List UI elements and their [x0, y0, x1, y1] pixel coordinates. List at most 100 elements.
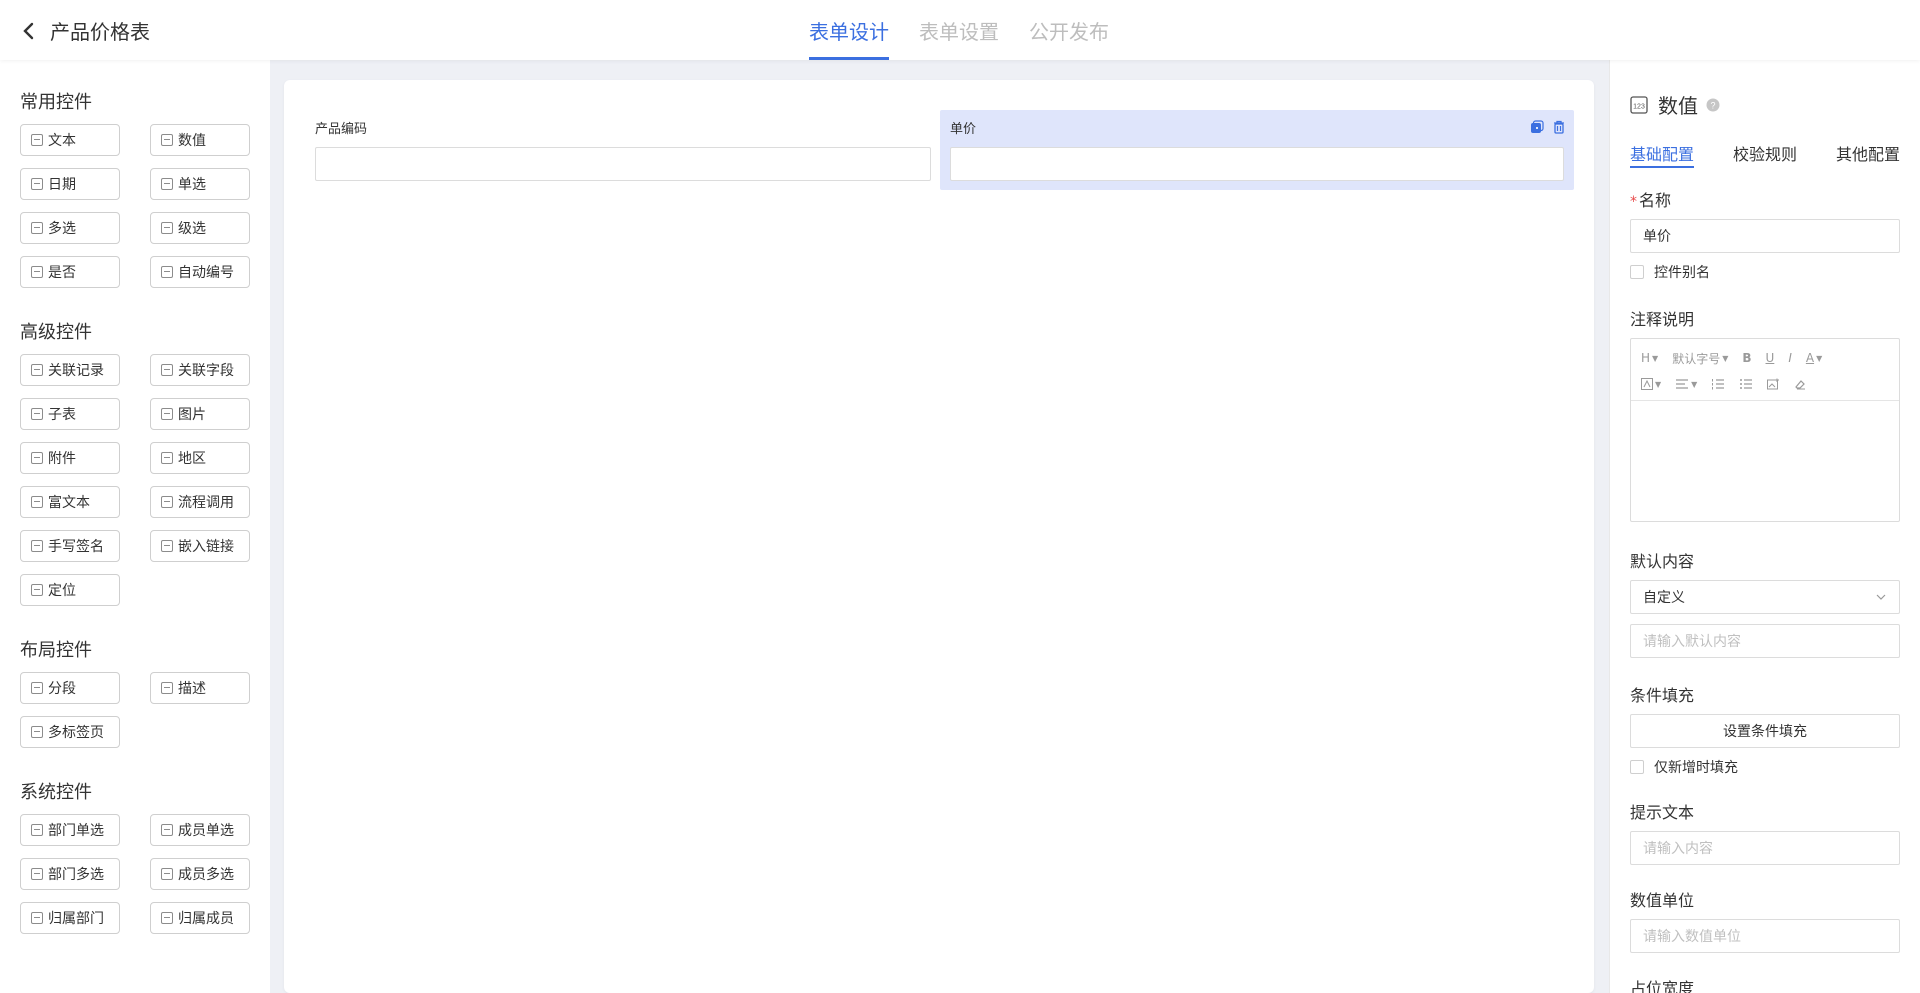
- control-owner-dept[interactable]: 归属部门: [20, 902, 120, 934]
- form-canvas: 产品编码 单价: [284, 80, 1594, 993]
- control-auto-number[interactable]: 自动编号: [150, 256, 250, 288]
- auto-number-icon: [161, 266, 173, 278]
- font-size-button[interactable]: 默认字号 ▼: [1672, 350, 1728, 367]
- properties-panel: 123 数值 ? 基础配置 校验规则 其他配置 * 名称 单价 控件别名 注释说明…: [1610, 60, 1920, 993]
- control-rich-text[interactable]: 富文本: [20, 486, 120, 518]
- alias-checkbox-row[interactable]: 控件别名: [1630, 262, 1920, 282]
- unordered-list-button[interactable]: [1739, 378, 1753, 390]
- multi-check-icon: [31, 222, 43, 234]
- italic-button[interactable]: I: [1788, 351, 1792, 365]
- note-editor[interactable]: H ▼ 默认字号 ▼ B U I A ▼ ▼ ▼: [1630, 338, 1900, 522]
- tab-validation-rules[interactable]: 校验规则: [1733, 141, 1797, 173]
- props-header: 123 数值 ?: [1630, 90, 1920, 119]
- control-dept-single[interactable]: 部门单选: [20, 814, 120, 846]
- group-title-system: 系统控件: [20, 782, 92, 803]
- tab-basic-config[interactable]: 基础配置: [1630, 141, 1695, 173]
- control-multi-select[interactable]: 多选: [20, 212, 120, 244]
- unordered-list-icon: [1740, 379, 1753, 389]
- help-icon[interactable]: ?: [1706, 98, 1720, 112]
- default-content-input[interactable]: 请输入默认内容: [1630, 624, 1900, 658]
- section-icon: [31, 682, 43, 694]
- control-section[interactable]: 分段: [20, 672, 120, 704]
- text-icon: [31, 134, 43, 146]
- ordered-list-button[interactable]: [1711, 378, 1725, 390]
- control-dept-multi[interactable]: 部门多选: [20, 858, 120, 890]
- number-unit-input[interactable]: 请输入数值单位: [1630, 919, 1900, 953]
- control-member-single[interactable]: 成员单选: [150, 814, 250, 846]
- svg-text:123: 123: [1633, 103, 1645, 110]
- only-new-checkbox[interactable]: [1630, 760, 1644, 774]
- name-input[interactable]: 单价: [1630, 219, 1900, 253]
- heading-button[interactable]: H ▼: [1641, 351, 1658, 365]
- control-cascade[interactable]: 级选: [150, 212, 250, 244]
- name-label: * 名称: [1630, 191, 1672, 210]
- control-related-field[interactable]: 关联字段: [150, 354, 250, 386]
- control-multi-tab[interactable]: 多标签页: [20, 716, 120, 748]
- copy-icon[interactable]: [1530, 120, 1544, 134]
- chevron-down-icon: [1876, 594, 1886, 600]
- field-label: 产品编码: [315, 122, 368, 137]
- number-icon: [161, 134, 173, 146]
- control-process-call[interactable]: 流程调用: [150, 486, 250, 518]
- field-unit-price[interactable]: 单价: [940, 110, 1574, 190]
- control-region[interactable]: 地区: [150, 442, 250, 474]
- alias-checkbox[interactable]: [1630, 265, 1644, 279]
- control-location[interactable]: 定位: [20, 574, 120, 606]
- cascade-icon: [161, 222, 173, 234]
- field-input-product-code[interactable]: [315, 147, 931, 181]
- field-product-code[interactable]: 产品编码: [315, 118, 931, 181]
- group-advanced-grid: 关联记录 关联字段 子表 图片 附件 地区 富文本 流程调用 手写签名 嵌入链接…: [20, 354, 270, 606]
- align-left-icon: [1676, 379, 1689, 389]
- default-content-select[interactable]: 自定义: [1630, 580, 1900, 614]
- field-actions: [1530, 120, 1566, 134]
- bg-color-button[interactable]: ▼: [1641, 378, 1661, 390]
- control-subtable[interactable]: 子表: [20, 398, 120, 430]
- field-input-unit-price[interactable]: [950, 147, 1564, 181]
- control-image[interactable]: 图片: [150, 398, 250, 430]
- control-number[interactable]: 数值: [150, 124, 250, 156]
- control-text[interactable]: 文本: [20, 124, 120, 156]
- delete-icon[interactable]: [1552, 120, 1566, 134]
- member-icon: [161, 824, 173, 836]
- insert-image-button[interactable]: [1767, 378, 1780, 390]
- width-label: 占位宽度: [1630, 979, 1695, 993]
- bold-button[interactable]: B: [1742, 351, 1751, 365]
- control-single-select[interactable]: 单选: [150, 168, 250, 200]
- caret-down-icon: ▼: [1652, 353, 1659, 363]
- control-owner-member[interactable]: 归属成员: [150, 902, 250, 934]
- hint-text-input[interactable]: 请输入内容: [1630, 831, 1900, 865]
- note-label: 注释说明: [1630, 310, 1695, 329]
- eraser-icon: [1795, 380, 1806, 390]
- control-yes-no[interactable]: 是否: [20, 256, 120, 288]
- chevron-left-icon: [23, 22, 34, 39]
- back-button[interactable]: 产品价格表: [20, 16, 150, 45]
- department-icon: [31, 868, 43, 880]
- required-mark: *: [1630, 194, 1637, 210]
- member-icon: [161, 868, 173, 880]
- control-description[interactable]: 描述: [150, 672, 250, 704]
- control-date[interactable]: 日期: [20, 168, 120, 200]
- control-signature[interactable]: 手写签名: [20, 530, 120, 562]
- tab-form-design[interactable]: 表单设计: [809, 0, 889, 60]
- default-content-label: 默认内容: [1630, 552, 1695, 571]
- signature-icon: [31, 540, 43, 552]
- main-tabs: 表单设计 表单设置 公开发布: [809, 0, 1139, 60]
- description-icon: [161, 682, 173, 694]
- control-embed-link[interactable]: 嵌入链接: [150, 530, 250, 562]
- condition-fill-label: 条件填充: [1630, 686, 1695, 705]
- only-new-checkbox-row[interactable]: 仅新增时填充: [1630, 757, 1920, 777]
- control-member-multi[interactable]: 成员多选: [150, 858, 250, 890]
- tab-publish[interactable]: 公开发布: [1029, 0, 1109, 60]
- tab-form-settings[interactable]: 表单设置: [919, 0, 999, 60]
- tab-other-config[interactable]: 其他配置: [1836, 141, 1900, 173]
- font-color-button[interactable]: A ▼: [1806, 351, 1822, 365]
- control-related-record[interactable]: 关联记录: [20, 354, 120, 386]
- align-button[interactable]: ▼: [1675, 378, 1697, 390]
- underline-button[interactable]: U: [1766, 351, 1775, 365]
- link-field-icon: [161, 364, 173, 376]
- control-attachment[interactable]: 附件: [20, 442, 120, 474]
- number-icon: 123: [1630, 95, 1648, 114]
- set-condition-fill-button[interactable]: 设置条件填充: [1630, 714, 1900, 748]
- calendar-icon: [31, 178, 43, 190]
- clear-format-button[interactable]: [1794, 378, 1806, 390]
